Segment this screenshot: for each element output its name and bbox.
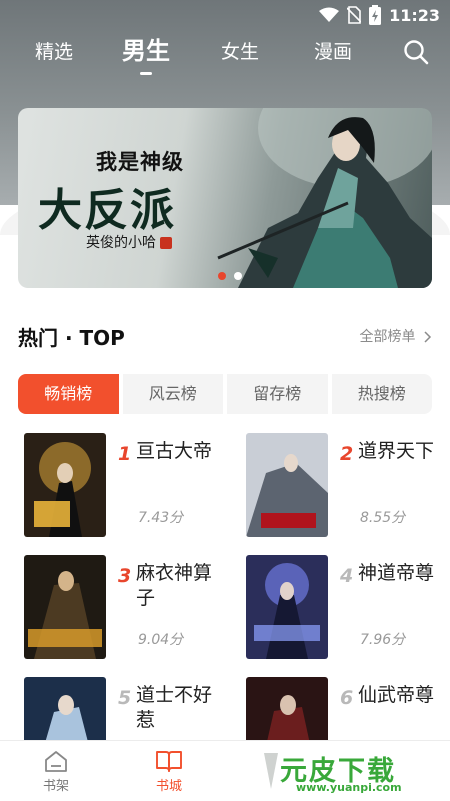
bookshelf-icon bbox=[45, 751, 67, 772]
status-time: 11:23 bbox=[389, 5, 440, 25]
active-tab-indicator bbox=[140, 72, 152, 75]
banner-dot bbox=[234, 272, 242, 280]
hot-top-section: 热门 · TOP 全部榜单 畅销榜 风云榜 留存榜 热搜榜 1 亘古大帝 7.4… bbox=[0, 290, 450, 781]
book-title: 仙武帝尊 bbox=[358, 684, 435, 706]
book-cover bbox=[246, 433, 328, 537]
book-title: 道士不好惹 bbox=[136, 684, 213, 731]
banner-pagination bbox=[218, 272, 242, 280]
book-score: 7.43分 bbox=[138, 510, 184, 526]
banner-title: 大反派 bbox=[38, 185, 176, 236]
tab-featured-label: 精选 bbox=[35, 41, 74, 63]
rank-number: 2 bbox=[340, 443, 354, 465]
nav-bookstore-label: 书城 bbox=[155, 779, 182, 794]
tab-featured[interactable]: 精选 bbox=[35, 36, 73, 80]
book-title: 神道帝尊 bbox=[358, 562, 435, 584]
open-book-icon bbox=[156, 751, 182, 772]
tab-bestseller[interactable]: 畅销榜 bbox=[18, 374, 119, 414]
wifi-icon bbox=[319, 7, 340, 22]
status-bar: 11:23 bbox=[0, 0, 450, 30]
rank-number: 1 bbox=[118, 443, 132, 465]
tab-comics[interactable]: 漫画 bbox=[314, 36, 352, 80]
book-item[interactable]: 1 亘古大帝 7.43分 bbox=[24, 433, 224, 541]
tab-female[interactable]: 女生 bbox=[221, 36, 259, 80]
battery-charging-icon bbox=[369, 5, 382, 25]
watermark-url: www.yuanpi.com bbox=[296, 781, 402, 794]
tab-trending[interactable]: 风云榜 bbox=[122, 374, 223, 414]
book-item[interactable]: 2 道界天下 8.55分 bbox=[246, 433, 446, 541]
book-score: 8.55分 bbox=[360, 510, 406, 526]
nav-bookstore[interactable]: 书城 bbox=[139, 749, 199, 794]
no-sim-icon bbox=[347, 6, 362, 24]
banner-author-name: 英俊的小哈 bbox=[86, 235, 156, 251]
tab-hot-search[interactable]: 热搜榜 bbox=[331, 374, 432, 414]
rank-number: 5 bbox=[118, 687, 132, 709]
search-icon[interactable] bbox=[402, 38, 430, 66]
nav-bookshelf-label: 书架 bbox=[42, 779, 69, 794]
watermark-logo: 元皮下载 www.yuanpi.com bbox=[262, 745, 448, 797]
top-navigation: 精选 男生 女生 漫画 bbox=[0, 36, 450, 80]
book-cover bbox=[246, 555, 328, 659]
rank-number: 3 bbox=[118, 565, 132, 587]
book-score: 7.96分 bbox=[360, 632, 406, 648]
rank-number: 4 bbox=[340, 565, 354, 587]
book-title: 麻衣神算子 bbox=[136, 562, 213, 609]
book-score: 9.04分 bbox=[138, 632, 184, 648]
tab-retention[interactable]: 留存榜 bbox=[227, 374, 328, 414]
nav-bookshelf[interactable]: 书架 bbox=[26, 749, 86, 794]
section-title: 热门 · TOP bbox=[18, 326, 125, 350]
banner-dot-active bbox=[218, 272, 226, 280]
promo-banner[interactable]: 我是神级 大反派 英俊的小哈 bbox=[18, 108, 432, 288]
tab-male[interactable]: 男生 bbox=[122, 36, 170, 80]
banner-author: 英俊的小哈 bbox=[86, 232, 173, 252]
all-rankings-label: 全部榜单 bbox=[359, 329, 416, 345]
book-cover bbox=[24, 555, 106, 659]
tab-comics-label: 漫画 bbox=[314, 41, 353, 63]
book-title: 道界天下 bbox=[358, 440, 435, 462]
chevron-right-icon bbox=[424, 331, 432, 343]
book-item[interactable]: 4 神道帝尊 7.96分 bbox=[246, 555, 446, 663]
banner-subtitle: 我是神级 bbox=[96, 149, 184, 174]
author-seal-icon bbox=[160, 237, 173, 249]
book-cover bbox=[24, 433, 106, 537]
all-rankings-link[interactable]: 全部榜单 bbox=[360, 326, 432, 346]
book-title: 亘古大帝 bbox=[136, 440, 213, 462]
tab-female-label: 女生 bbox=[221, 41, 260, 63]
rank-number: 6 bbox=[340, 687, 354, 709]
watermark-badge-icon bbox=[264, 753, 278, 789]
book-item[interactable]: 3 麻衣神算子 9.04分 bbox=[24, 555, 224, 663]
tab-male-label: 男生 bbox=[122, 37, 170, 65]
ranking-tabs: 畅销榜 风云榜 留存榜 热搜榜 bbox=[18, 374, 432, 414]
